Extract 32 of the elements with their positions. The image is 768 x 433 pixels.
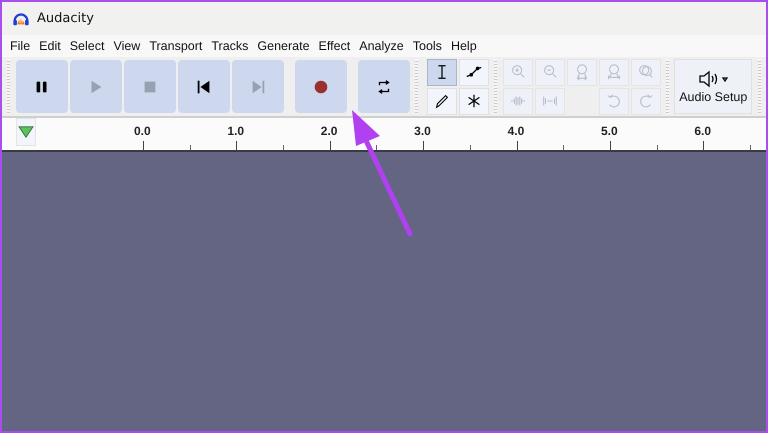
ruler-label: 4.0 — [508, 124, 524, 138]
triangle-icon — [17, 125, 35, 139]
select-tool[interactable] — [427, 58, 458, 86]
menu-item[interactable]: Analyze — [359, 39, 404, 53]
menu-item[interactable]: Edit — [39, 39, 61, 53]
ruler-label: 3.0 — [414, 124, 431, 138]
menu-item[interactable]: View — [113, 39, 140, 53]
record-button[interactable] — [294, 60, 347, 113]
menu-item[interactable]: Generate — [257, 39, 310, 53]
pause-button[interactable] — [16, 60, 68, 113]
multi-tool[interactable] — [459, 88, 490, 114]
draw-tool[interactable] — [427, 88, 458, 114]
menu-item[interactable]: File — [10, 39, 30, 53]
undo-icon — [604, 92, 623, 110]
ruler-label: 0.0 — [134, 124, 151, 138]
ruler-label: 5.0 — [600, 124, 618, 138]
menu-item[interactable]: Help — [450, 39, 477, 53]
window-title: Audacity — [37, 11, 94, 26]
menu-item[interactable]: Transport — [149, 39, 202, 53]
menu-item[interactable]: Tracks — [211, 39, 248, 53]
skip-start-button[interactable] — [178, 60, 230, 113]
play-head-button[interactable] — [16, 118, 36, 146]
speaker-icon — [698, 70, 728, 88]
audio-setup-button[interactable]: Audio Setup — [674, 59, 752, 114]
ruler-label: 1.0 — [227, 124, 244, 138]
ruler-label: 2.0 — [320, 124, 338, 138]
menu-item[interactable]: Select — [70, 39, 104, 53]
loop-button[interactable] — [358, 60, 410, 113]
menu-item[interactable]: Effect — [318, 39, 350, 53]
ruler-label: 6.0 — [694, 124, 712, 138]
menu-item[interactable]: Tools — [412, 39, 442, 53]
envelope-tool[interactable] — [459, 58, 490, 86]
